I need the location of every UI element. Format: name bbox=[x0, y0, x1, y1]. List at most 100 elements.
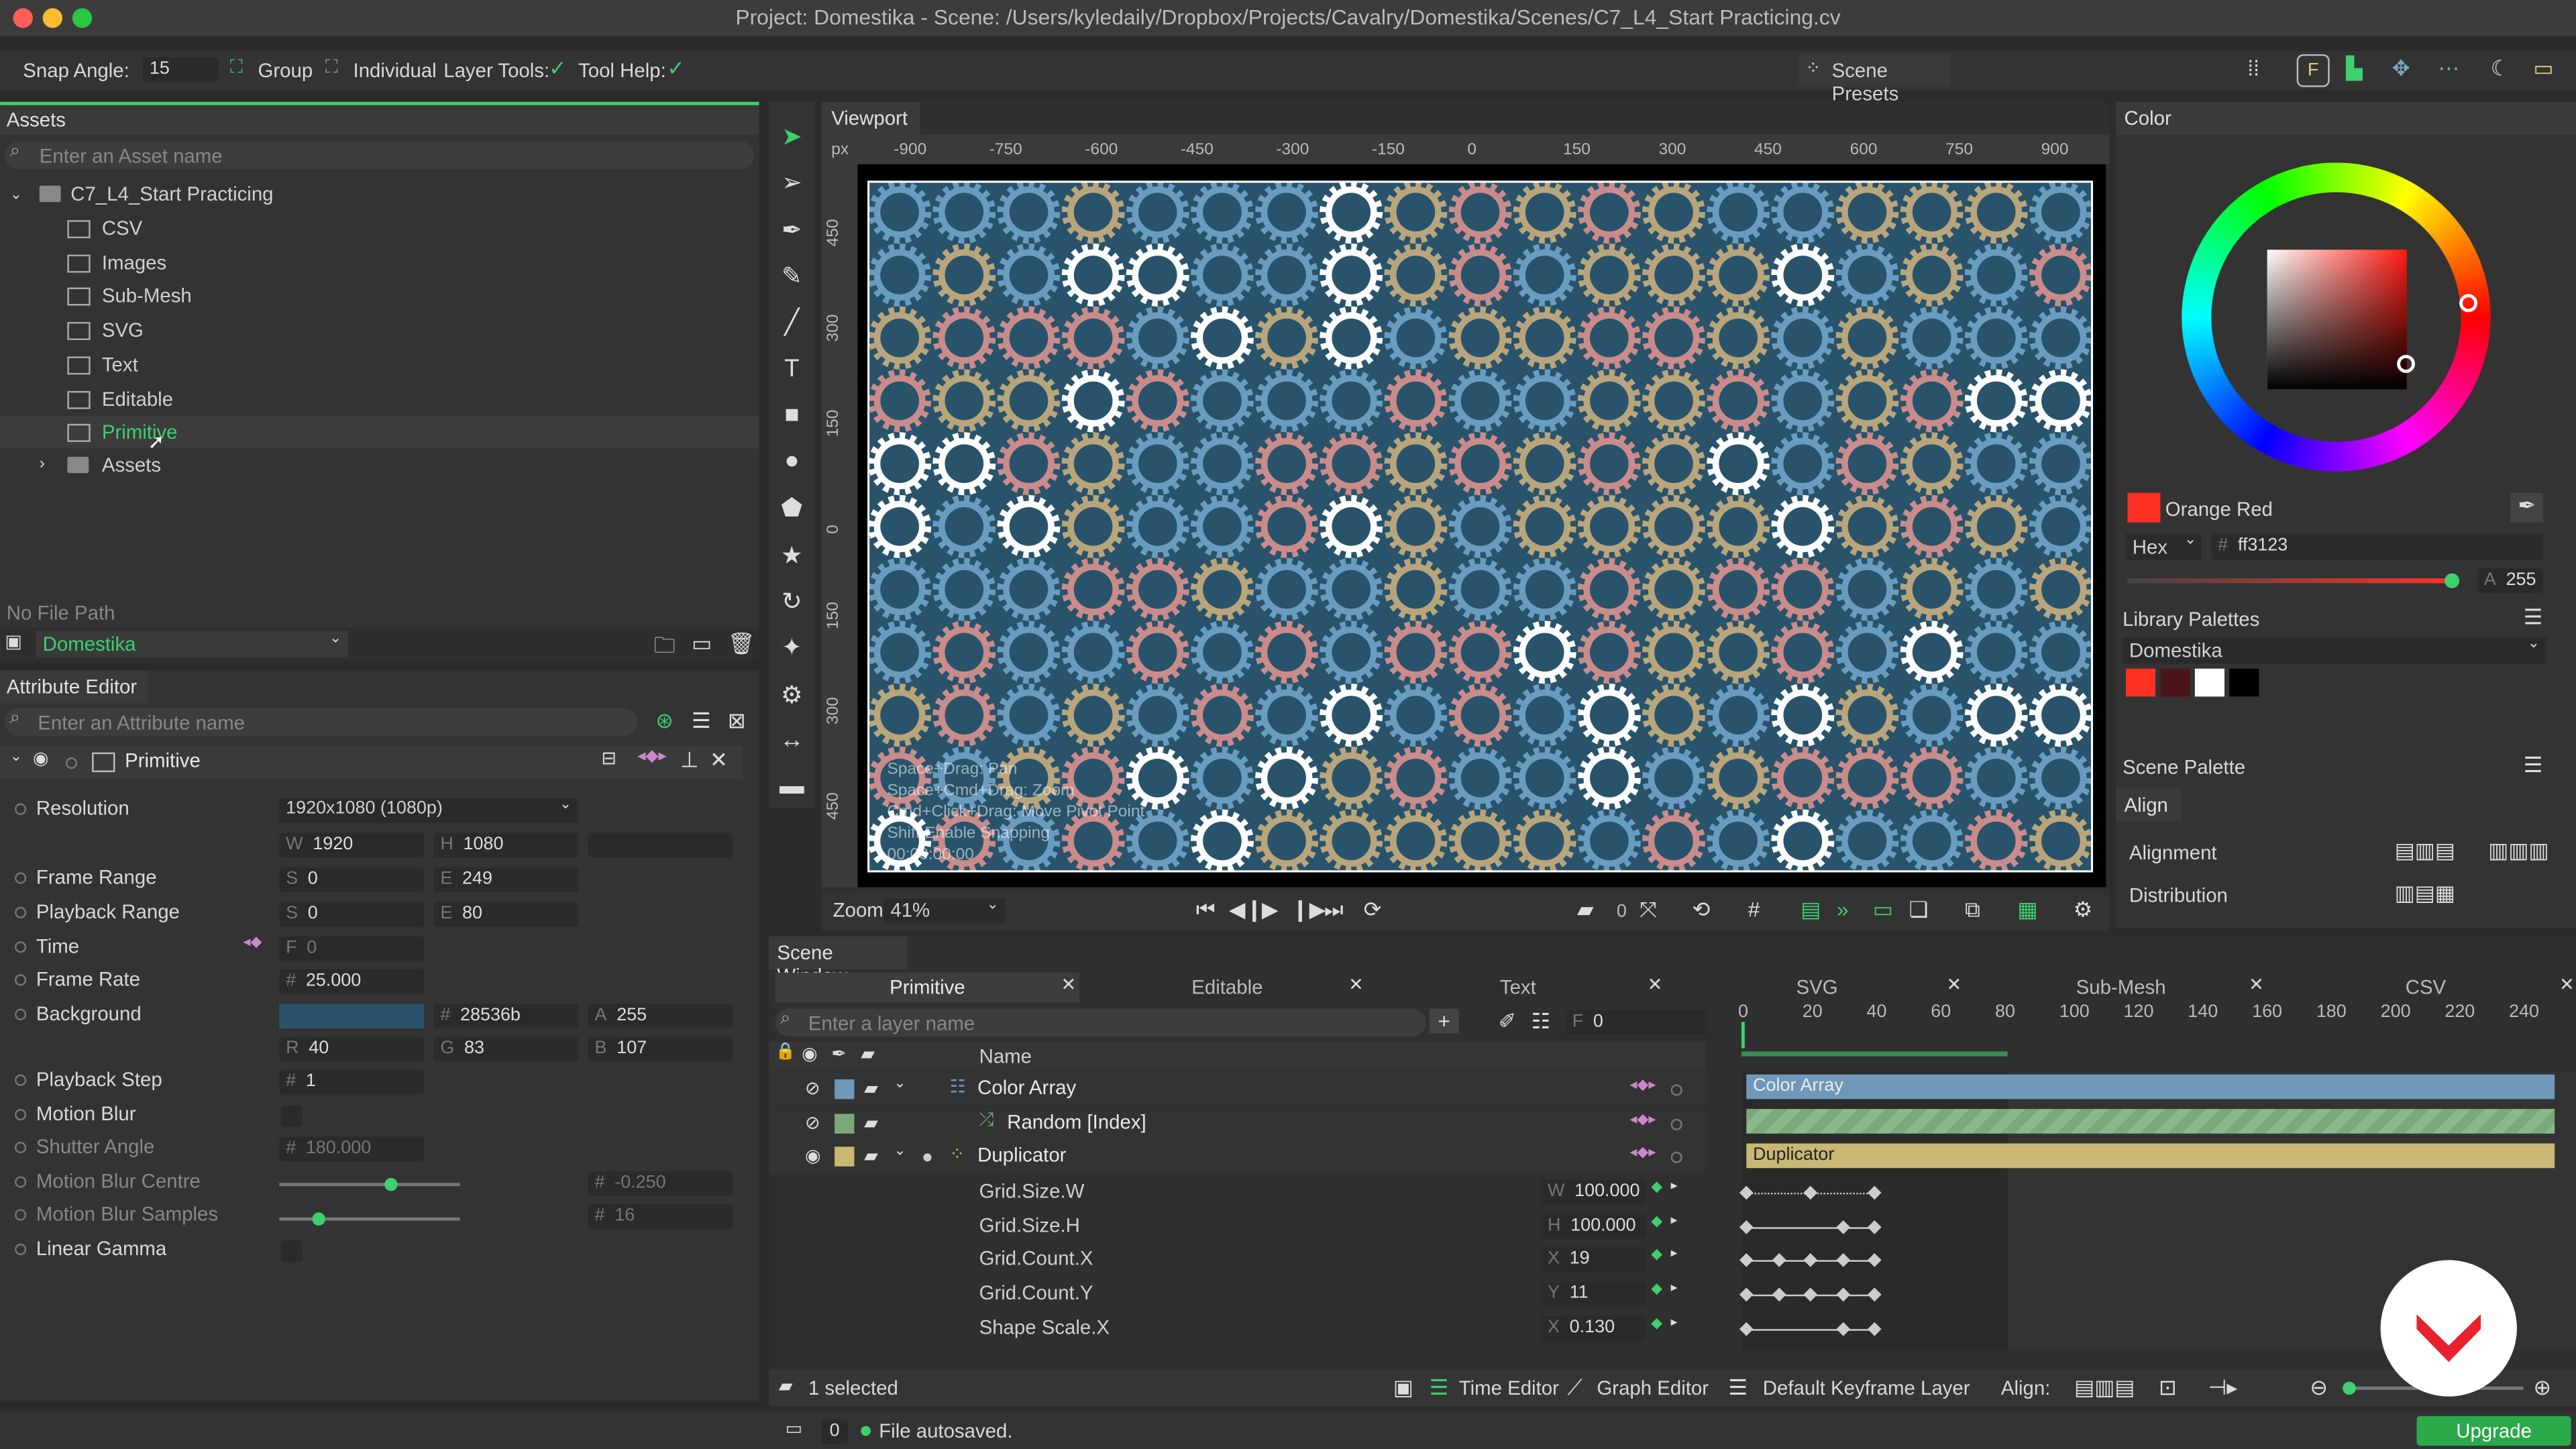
layer-row[interactable]: ◉ ▰ ⌄ ⁘ Duplicator ◂◆▸ bbox=[769, 1140, 1706, 1174]
library-dropdown[interactable]: Domestika ⌄ bbox=[2123, 634, 2546, 664]
attribute-track-value[interactable]: X 19 bbox=[1541, 1247, 1646, 1273]
keyframe[interactable] bbox=[1771, 1287, 1786, 1302]
star-tool-icon[interactable]: ★ bbox=[775, 540, 808, 570]
individual-toggle[interactable]: Individual bbox=[354, 59, 437, 82]
keyframe-next-icon[interactable]: ▸ bbox=[1671, 1280, 1678, 1295]
group-toggle[interactable]: Group bbox=[258, 59, 313, 82]
palette-swatch[interactable] bbox=[2229, 668, 2259, 697]
scene-tab-svg[interactable]: SVG ✕ bbox=[1669, 973, 1965, 1002]
grid-icon[interactable]: # bbox=[1748, 897, 1760, 922]
layers-icon[interactable]: ❏ bbox=[1909, 897, 1929, 923]
eye-icon[interactable]: ◉ bbox=[33, 747, 49, 769]
random-bar[interactable] bbox=[1746, 1109, 2555, 1134]
step-forward-icon[interactable]: ❙▶ bbox=[1291, 897, 1326, 923]
snap-angle-field[interactable]: 15 bbox=[143, 57, 219, 83]
keyframe[interactable] bbox=[1803, 1185, 1818, 1200]
palette-swatch[interactable] bbox=[2194, 668, 2224, 697]
gear-tool-icon[interactable]: ⚙ bbox=[775, 680, 808, 709]
color-array-bar[interactable]: Color Array bbox=[1746, 1074, 2555, 1099]
distribute-icon[interactable]: ✥ bbox=[2392, 56, 2410, 82]
go-end-icon[interactable]: ⏭ bbox=[1324, 897, 1344, 923]
zoom-dropdown[interactable]: 41% ⌄ bbox=[883, 896, 1006, 924]
capsule-tool-icon[interactable]: ▬ bbox=[775, 772, 808, 800]
asset-item-primitive[interactable]: Primitive ➚ bbox=[0, 416, 759, 453]
settings-gear-icon[interactable]: ⚙ bbox=[2074, 897, 2093, 923]
attribute-track-value[interactable]: X 0.130 bbox=[1541, 1316, 1646, 1340]
keyframe[interactable] bbox=[1835, 1220, 1849, 1234]
asset-root-item[interactable]: ⌄ C7_L4_Start Practicing bbox=[0, 177, 759, 210]
frame-rate-field[interactable]: #25.000 bbox=[279, 969, 424, 994]
ruler-icon[interactable]: ▭ bbox=[2533, 56, 2553, 82]
playback-range-end[interactable]: E 80 bbox=[433, 902, 579, 927]
keyframe[interactable] bbox=[1867, 1253, 1882, 1268]
options-icon[interactable]: ▣ bbox=[1393, 1375, 1413, 1401]
rectangle-tool-icon[interactable]: ■ bbox=[775, 400, 808, 429]
animate-dot[interactable] bbox=[15, 1176, 27, 1188]
keyframe[interactable] bbox=[1835, 1287, 1849, 1302]
chevron-down-icon[interactable]: ⌄ bbox=[894, 1142, 906, 1161]
keyframe-next-icon[interactable]: ▸ bbox=[1671, 1246, 1678, 1260]
zoom-in-icon[interactable]: ⊕ bbox=[2533, 1375, 2551, 1401]
sparkle-tool-icon[interactable]: ✦ bbox=[775, 633, 808, 663]
frame-field[interactable]: F0 bbox=[1565, 1010, 1707, 1035]
keyframe-diamond-icon[interactable]: ◆ bbox=[1651, 1280, 1662, 1298]
keyframe-next-icon[interactable]: ▸ bbox=[1671, 1314, 1678, 1329]
close-icon[interactable]: ✕ bbox=[1348, 974, 1364, 996]
keyframe-next-icon[interactable]: ▸ bbox=[1671, 1178, 1678, 1193]
solo-dot[interactable] bbox=[1670, 1152, 1682, 1164]
keyframe-nav-icon[interactable]: ◂◆▸ bbox=[1629, 1144, 1656, 1162]
slider-handle[interactable] bbox=[312, 1212, 325, 1226]
palette-swatch[interactable] bbox=[2126, 668, 2156, 697]
asset-item-text[interactable]: Text bbox=[0, 348, 759, 381]
layer-row[interactable]: ⊘ ▰ ⤮ Random [Index] ◂◆▸ bbox=[769, 1106, 1706, 1140]
attribute-track-row[interactable]: Shape Scale.X X 0.130 ◆ ▸ bbox=[769, 1311, 1705, 1344]
delete-icon[interactable]: 🗑 bbox=[728, 631, 755, 657]
canvas-area[interactable]: Space+Drag: Pan Space+Cmd+Drag: Zoom Cmd… bbox=[857, 164, 2106, 888]
check-circle-icon[interactable]: ⊘ bbox=[805, 1112, 820, 1133]
attribute-track-row[interactable]: Grid.Size.H H 100.000 ◆ ▸ bbox=[769, 1209, 1705, 1242]
assets-tab[interactable]: Assets bbox=[0, 101, 759, 135]
new-asset-icon[interactable]: ▭ bbox=[692, 631, 712, 657]
keyframe-diamond-icon[interactable]: ◆ bbox=[1651, 1178, 1662, 1196]
align-horizontal-icons[interactable]: ▤▥▤ bbox=[2387, 838, 2463, 864]
eye-icon[interactable]: ◉ bbox=[805, 1146, 821, 1167]
camera-icon[interactable]: ▰ bbox=[864, 1078, 878, 1099]
keyframe[interactable] bbox=[1867, 1185, 1882, 1200]
step-back-icon[interactable]: ◀❙ bbox=[1229, 897, 1263, 923]
play-icon[interactable]: ▶ bbox=[1262, 897, 1278, 923]
align-left-icon[interactable]: ▙ bbox=[2346, 56, 2362, 82]
distribution-icons[interactable]: ▥▤▦ bbox=[2387, 881, 2463, 907]
alpha-field[interactable]: A 255 bbox=[2477, 568, 2544, 594]
scene-window-tab[interactable]: Scene Window bbox=[769, 936, 907, 987]
attribute-track-value[interactable]: Y 11 bbox=[1541, 1281, 1646, 1307]
select-tool-icon[interactable]: ➤ bbox=[775, 121, 808, 152]
hex-field[interactable]: # ff3123 bbox=[2211, 533, 2544, 561]
time-editor-tab[interactable]: Time Editor bbox=[1459, 1377, 1559, 1399]
attribute-track-row[interactable]: Grid.Count.X X 19 ◆ ▸ bbox=[769, 1242, 1705, 1275]
background-hex-field[interactable]: #28536b bbox=[433, 1004, 579, 1029]
keyframe-nav-icon[interactable]: ◂◆▸ bbox=[1629, 1110, 1656, 1128]
snap-icon[interactable]: ⊣▸ bbox=[2208, 1375, 2237, 1401]
assets-folder-item[interactable]: › Assets bbox=[0, 449, 759, 482]
curve-icon[interactable]: ☾ bbox=[2491, 56, 2510, 82]
motion-blur-checkbox[interactable] bbox=[280, 1106, 303, 1128]
scene-presets-button[interactable]: ⁘ Scene Presets bbox=[1799, 54, 1950, 105]
arc-tool-icon[interactable]: ↻ bbox=[775, 586, 808, 616]
scene-tab-text[interactable]: Text ✕ bbox=[1370, 973, 1666, 1002]
add-layer-icon[interactable]: + bbox=[1429, 1008, 1459, 1034]
export-icon[interactable]: ⧉ bbox=[1965, 897, 1980, 923]
keyframe[interactable] bbox=[1739, 1253, 1754, 1268]
filter-icon[interactable]: ☰ bbox=[692, 708, 711, 735]
pencil-tool-icon[interactable]: ✎ bbox=[775, 261, 808, 291]
asset-item-svg[interactable]: SVG bbox=[0, 314, 759, 347]
alpha-handle[interactable] bbox=[2445, 573, 2460, 588]
background-alpha-field[interactable]: A 255 bbox=[588, 1004, 733, 1029]
layer-color-swatch[interactable] bbox=[835, 1147, 855, 1167]
more-icon[interactable]: ⋯ bbox=[2438, 56, 2459, 82]
animate-dot[interactable] bbox=[15, 803, 27, 815]
polygon-tool-icon[interactable]: ⬟ bbox=[775, 494, 808, 523]
keyframe-diamond-icon[interactable]: ◆ bbox=[1651, 1246, 1662, 1264]
layer-color-swatch[interactable] bbox=[835, 1079, 855, 1099]
animate-dot[interactable] bbox=[15, 1243, 27, 1256]
keyframe[interactable] bbox=[1835, 1253, 1849, 1268]
